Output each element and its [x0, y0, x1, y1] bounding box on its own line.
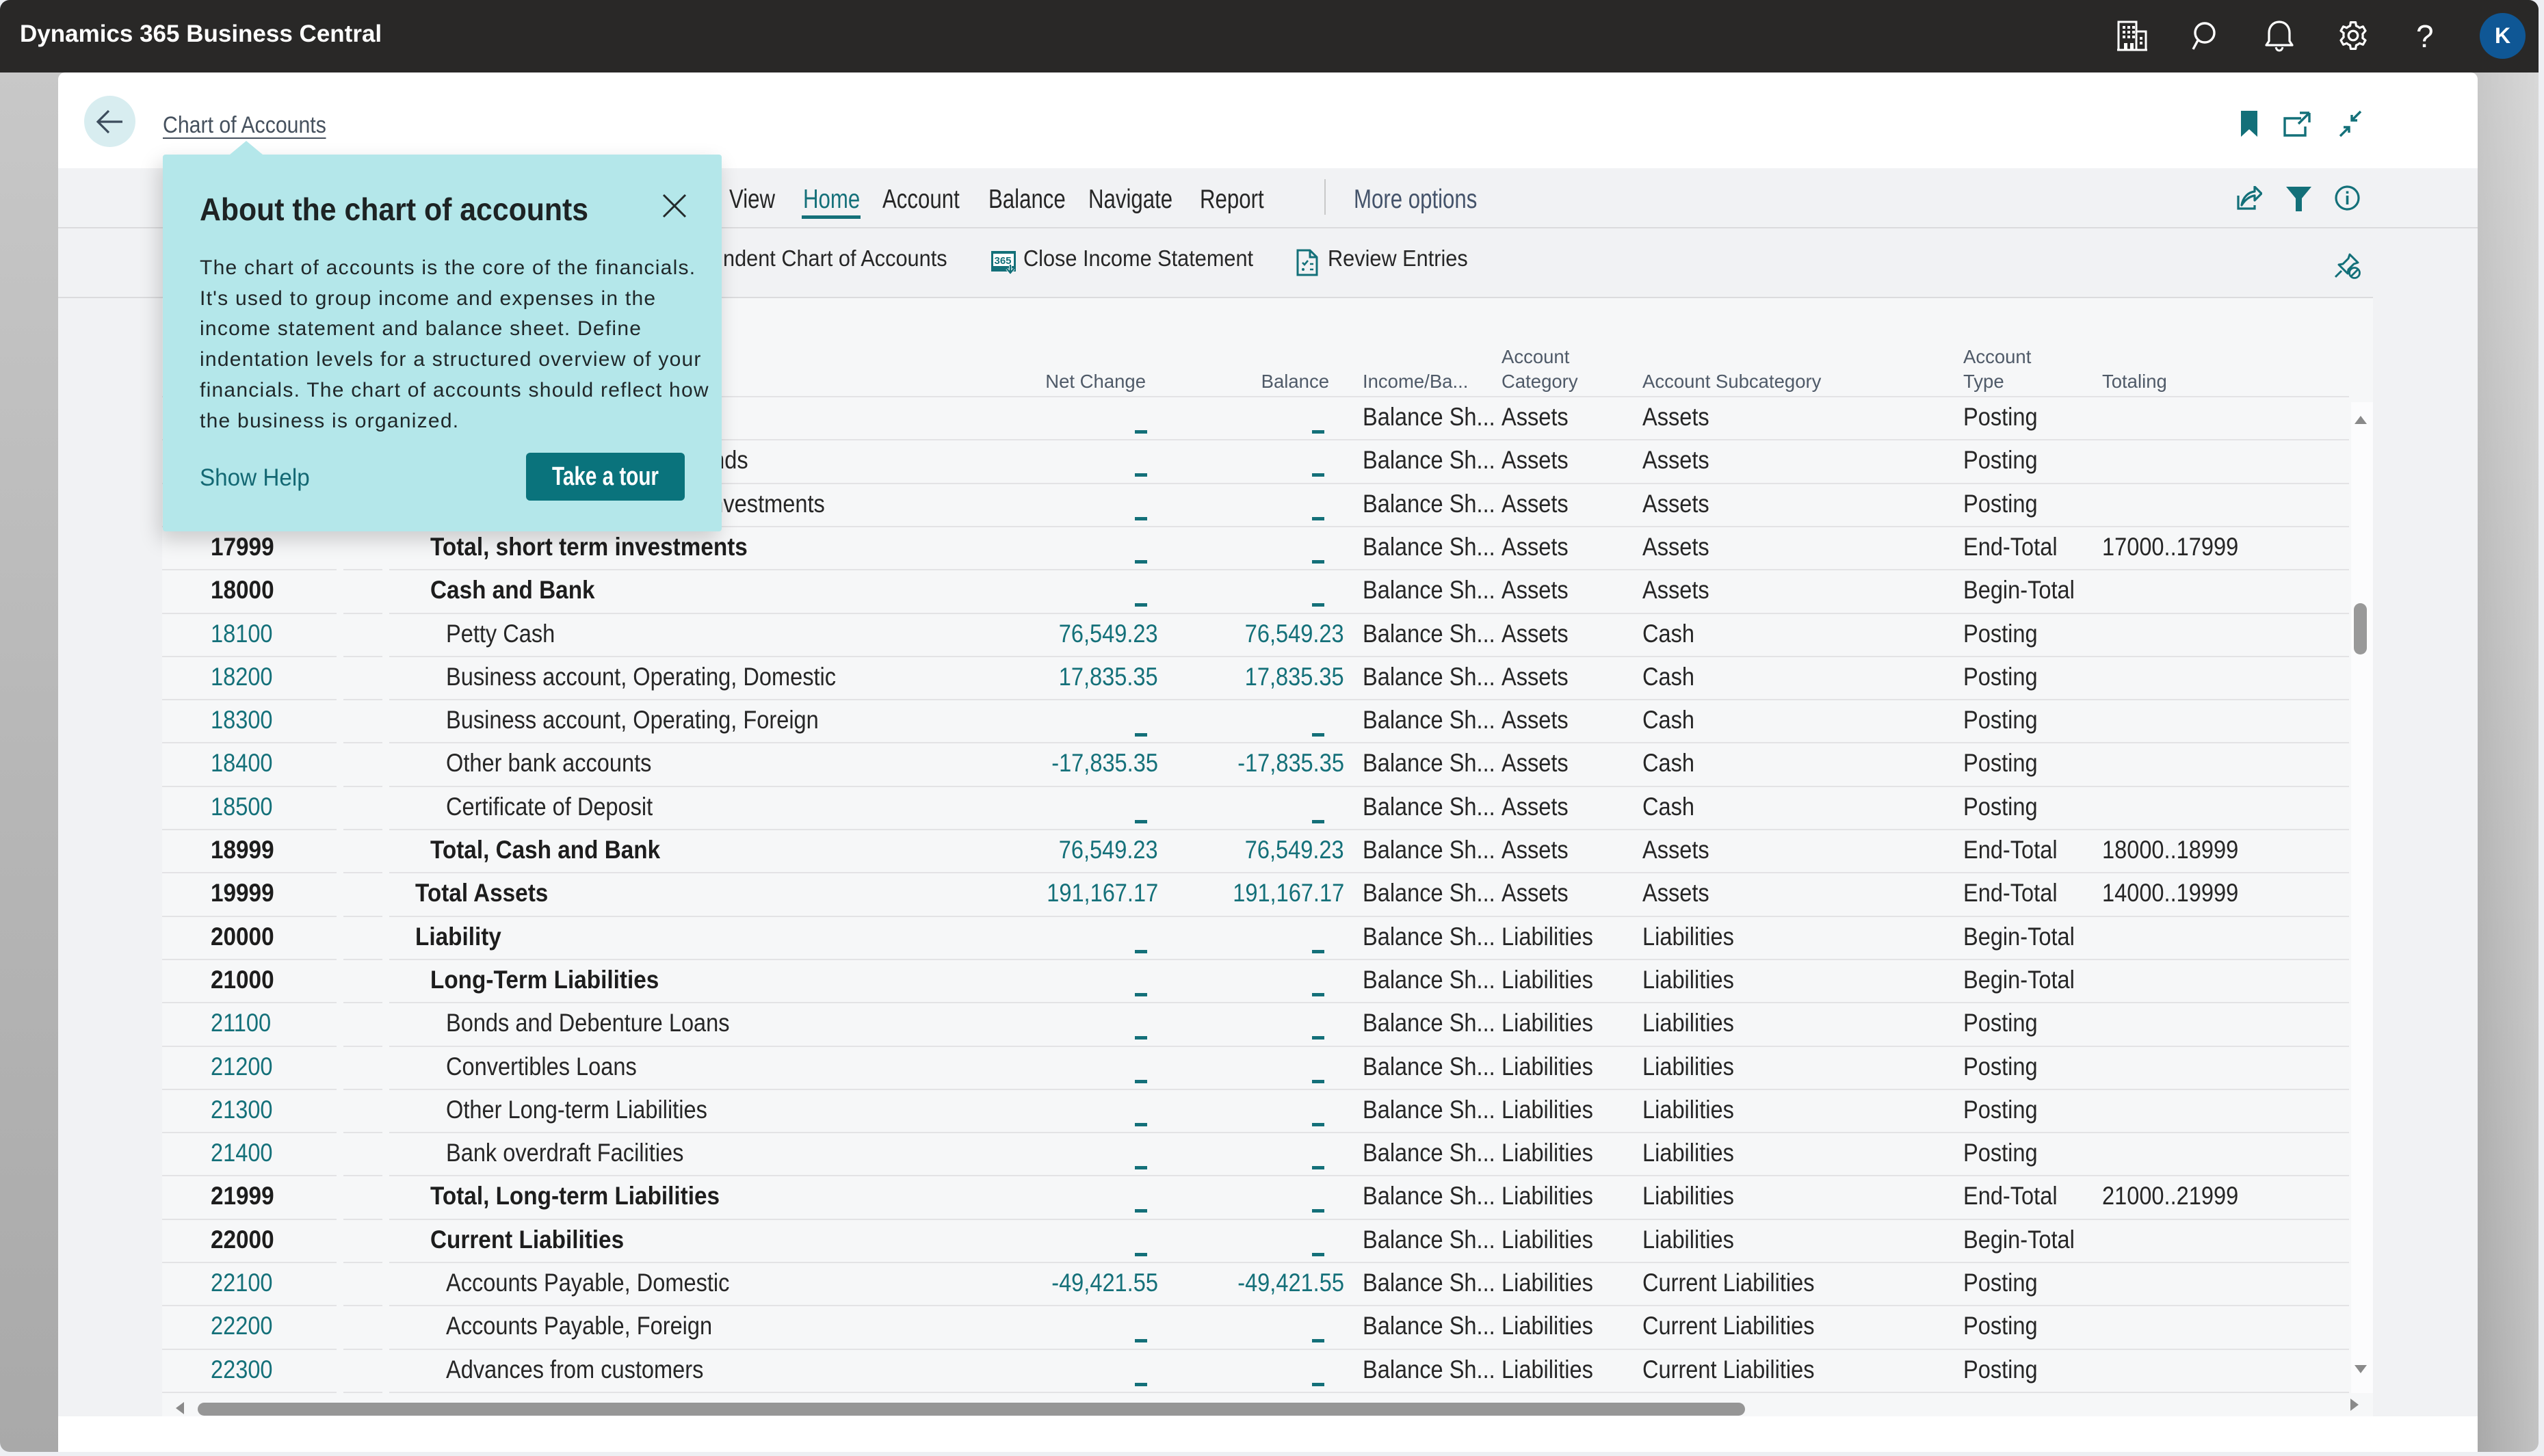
svg-text:365: 365 [994, 255, 1011, 267]
